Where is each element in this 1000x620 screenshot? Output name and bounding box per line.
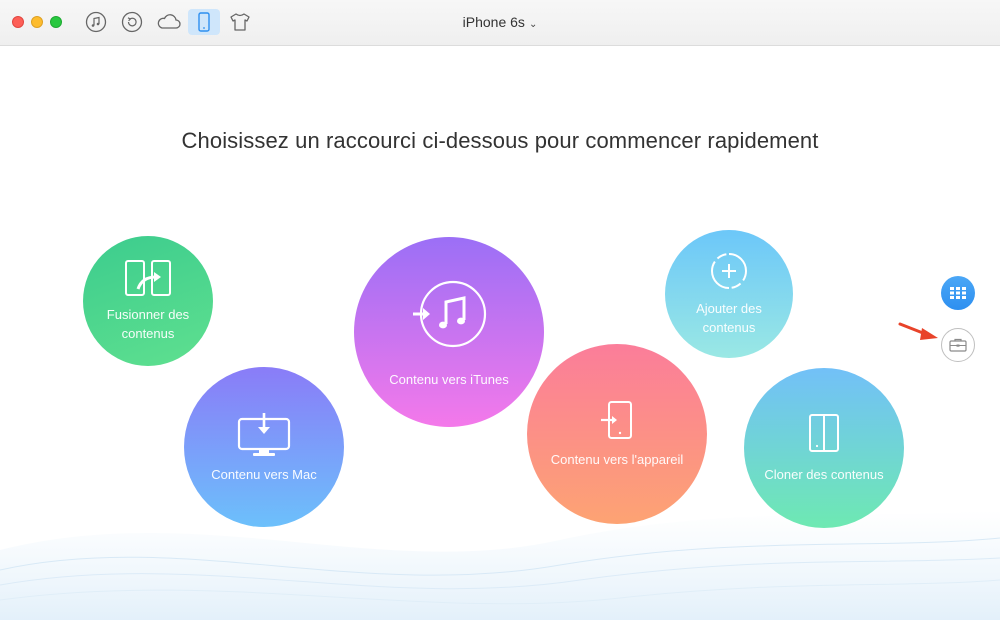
clone-contents-button[interactable]: Cloner des contenus [744, 368, 904, 528]
add-contents-button[interactable]: Ajouter des contenus [665, 230, 793, 358]
clone-icon [809, 413, 839, 452]
grid-icon [950, 287, 966, 299]
merge-contents-label-1: Fusionner des [106, 307, 190, 322]
toolbox-button[interactable] [941, 328, 975, 362]
add-contents-label-1: Ajouter des [696, 301, 762, 316]
contents-to-device-button[interactable]: Contenu vers l'appareil [527, 344, 707, 524]
device-title: iPhone 6s [462, 14, 525, 30]
toolbox-icon [949, 338, 967, 352]
contents-to-device-label: Contenu vers l'appareil [550, 451, 684, 467]
title-bar: iPhone 6s ⌄ [0, 0, 1000, 46]
device-selector[interactable]: iPhone 6s ⌄ [0, 14, 1000, 30]
chevron-down-icon: ⌄ [528, 19, 538, 30]
monitor-download-icon [237, 412, 291, 456]
itunes-transfer-icon [413, 280, 487, 347]
add-contents-label-2: contenus [702, 320, 756, 335]
clone-contents-label: Cloner des contenus [764, 466, 884, 482]
merge-icon [125, 260, 171, 296]
contents-to-mac-label: Contenu vers Mac [211, 466, 317, 482]
grid-view-button[interactable] [941, 276, 975, 310]
add-icon [711, 253, 747, 289]
merge-contents-label-2: contenus [121, 326, 175, 341]
contents-to-itunes-button[interactable]: Contenu vers iTunes [354, 237, 544, 427]
contents-to-itunes-label: Contenu vers iTunes [389, 371, 509, 387]
device-transfer-icon [601, 400, 632, 439]
merge-contents-button[interactable]: Fusionner des contenus [83, 236, 213, 366]
contents-to-mac-button[interactable]: Contenu vers Mac [184, 367, 344, 527]
page-title: Choisissez un raccourci ci-dessous pour … [181, 128, 819, 153]
annotation-arrow-icon [898, 322, 938, 340]
